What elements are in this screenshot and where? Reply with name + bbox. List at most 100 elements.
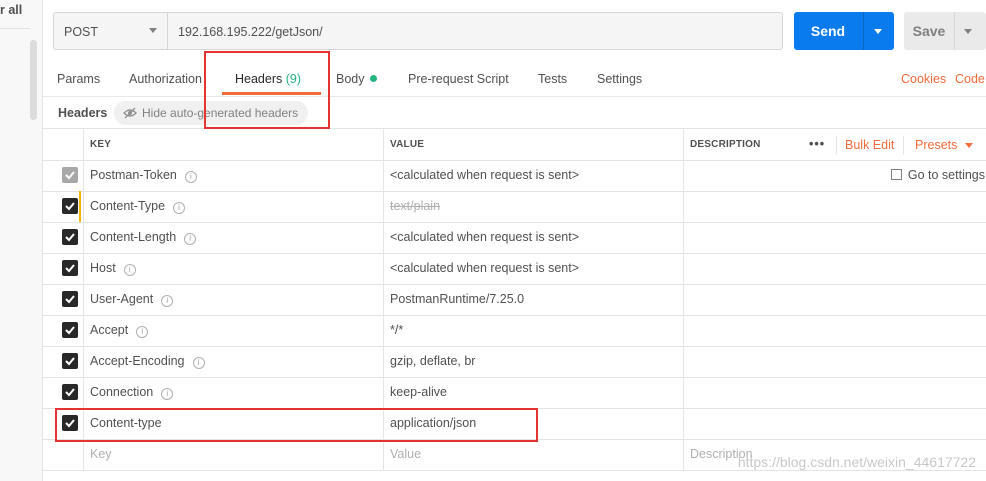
info-icon[interactable]: i bbox=[161, 295, 174, 307]
check-icon bbox=[65, 295, 75, 304]
row-key-cell: Connection i bbox=[83, 377, 384, 408]
row-value-cell: <calculated when request is sent> bbox=[383, 160, 684, 191]
info-icon[interactable]: i bbox=[161, 388, 174, 400]
send-button[interactable]: Send bbox=[794, 12, 894, 50]
row-value-cell[interactable]: text/plain bbox=[383, 191, 684, 222]
tabs-divider bbox=[43, 96, 986, 97]
row-value-cell: PostmanRuntime/7.25.0 bbox=[383, 284, 684, 315]
row-key-cell[interactable]: Content-Type i bbox=[83, 191, 384, 222]
info-icon[interactable]: i bbox=[136, 326, 149, 338]
header-key-cell: KEY bbox=[83, 129, 384, 160]
check-icon bbox=[65, 202, 75, 211]
info-icon[interactable]: i bbox=[184, 171, 197, 183]
table-row: User-Agent i PostmanRuntime/7.25.0 bbox=[43, 284, 986, 316]
key-placeholder: Key bbox=[90, 447, 112, 461]
table-row: Host i <calculated when request is sent> bbox=[43, 253, 986, 285]
check-icon bbox=[65, 357, 75, 366]
row-value: */* bbox=[390, 323, 404, 337]
row-key-text: Host bbox=[90, 261, 116, 275]
row-checkbox[interactable] bbox=[62, 353, 78, 369]
cookies-link[interactable]: Cookies bbox=[901, 72, 946, 86]
row-description-cell bbox=[683, 284, 986, 315]
row-key-cell: User-Agent i bbox=[83, 284, 384, 315]
row-value: keep-alive bbox=[390, 385, 447, 399]
value-placeholder: Value bbox=[390, 447, 422, 461]
row-check-cell bbox=[43, 160, 83, 191]
row-description-cell bbox=[683, 315, 986, 346]
row-check-cell bbox=[43, 191, 83, 222]
bulk-edit-link[interactable]: Bulk Edit bbox=[845, 138, 894, 152]
row-description-cell[interactable] bbox=[683, 408, 986, 439]
url-input[interactable]: 192.168.195.222/getJson/ bbox=[167, 12, 783, 50]
caret-down-icon bbox=[965, 143, 974, 148]
annotation-box-content-type bbox=[55, 408, 538, 442]
row-value-cell: <calculated when request is sent> bbox=[383, 253, 684, 284]
more-options-icon[interactable]: ••• bbox=[809, 137, 825, 151]
method-select[interactable]: POST bbox=[53, 12, 168, 50]
row-key: Postman-Token i bbox=[90, 168, 197, 183]
row-key: Accept i bbox=[90, 323, 149, 338]
code-link[interactable]: Code bbox=[955, 72, 985, 86]
new-value-input[interactable]: Value bbox=[383, 439, 684, 470]
row-value: text/plain bbox=[390, 199, 441, 213]
row-value-cell: gzip, deflate, br bbox=[383, 346, 684, 377]
external-link-icon bbox=[890, 169, 902, 180]
table-row: Connection i keep-alive bbox=[43, 377, 986, 409]
send-divider bbox=[863, 12, 864, 50]
row-checkbox[interactable] bbox=[62, 229, 78, 245]
table-row: Accept i */* bbox=[43, 315, 986, 347]
row-checkbox[interactable] bbox=[62, 260, 78, 276]
sidebar-scrollbar[interactable] bbox=[30, 40, 37, 120]
row-value-cell: */* bbox=[383, 315, 684, 346]
row-key-cell: Accept-Encoding i bbox=[83, 346, 384, 377]
info-icon[interactable]: i bbox=[173, 202, 186, 214]
row-checkbox[interactable] bbox=[62, 291, 78, 307]
table-row: Postman-Token i <calculated when request … bbox=[43, 160, 986, 192]
tab-authorization[interactable]: Authorization bbox=[129, 72, 202, 86]
new-key-input[interactable]: Key bbox=[83, 439, 384, 470]
toolbar-divider bbox=[836, 136, 837, 154]
clear-all-link[interactable]: r all bbox=[0, 3, 22, 17]
body-active-dot-icon bbox=[369, 75, 377, 82]
table-row: Accept-Encoding i gzip, deflate, br bbox=[43, 346, 986, 378]
tab-params[interactable]: Params bbox=[57, 72, 100, 86]
tab-tests[interactable]: Tests bbox=[538, 72, 567, 86]
row-key-text: Content-Type bbox=[90, 199, 166, 213]
row-checkbox[interactable] bbox=[62, 198, 78, 214]
info-icon[interactable]: i bbox=[184, 233, 197, 245]
row-key: Content-Type i bbox=[90, 199, 186, 214]
row-check-cell bbox=[43, 284, 83, 315]
go-to-settings-link[interactable]: Go to settings bbox=[890, 168, 985, 182]
send-dropdown-icon[interactable] bbox=[874, 29, 882, 34]
row-value: PostmanRuntime/7.25.0 bbox=[390, 292, 525, 306]
row-description-cell bbox=[683, 253, 986, 284]
row-checkbox[interactable] bbox=[62, 384, 78, 400]
annotation-box-headers bbox=[204, 51, 330, 129]
row-check-cell bbox=[43, 253, 83, 284]
tab-body[interactable]: Body bbox=[336, 72, 377, 86]
go-to-settings-label: Go to settings bbox=[907, 168, 985, 182]
eye-slash-icon bbox=[123, 107, 137, 119]
save-divider bbox=[954, 12, 955, 50]
row-key: Accept-Encoding i bbox=[90, 354, 205, 369]
info-icon[interactable]: i bbox=[192, 357, 205, 369]
check-icon bbox=[65, 264, 75, 273]
tab-prerequest-script[interactable]: Pre-request Script bbox=[408, 72, 509, 86]
info-icon[interactable]: i bbox=[123, 264, 136, 276]
new-row-check-cell bbox=[43, 439, 83, 470]
save-button[interactable]: Save bbox=[904, 12, 986, 50]
row-description-cell bbox=[683, 377, 986, 408]
check-icon bbox=[65, 326, 75, 335]
row-key-text: User-Agent bbox=[90, 292, 154, 306]
presets-dropdown[interactable]: Presets bbox=[915, 138, 974, 152]
row-value-cell: keep-alive bbox=[383, 377, 684, 408]
headers-table: KEY VALUE DESCRIPTION Postman-Token i <ca… bbox=[43, 128, 986, 471]
url-value: 192.168.195.222/getJson/ bbox=[178, 25, 323, 39]
toolbar-divider bbox=[903, 136, 904, 154]
row-description-cell[interactable] bbox=[683, 191, 986, 222]
save-dropdown-icon[interactable] bbox=[964, 29, 972, 34]
row-key-text: Connection bbox=[90, 385, 154, 399]
row-checkbox[interactable] bbox=[62, 322, 78, 338]
row-key-text: Postman-Token bbox=[90, 168, 177, 182]
tab-settings[interactable]: Settings bbox=[597, 72, 642, 86]
